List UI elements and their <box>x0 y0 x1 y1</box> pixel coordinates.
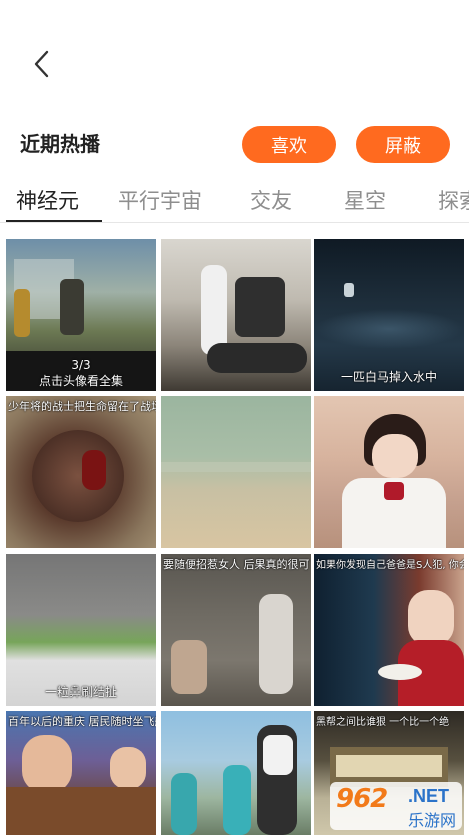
back-button[interactable] <box>24 46 60 82</box>
tab-explore[interactable]: 探索 <box>438 185 469 215</box>
site-watermark: 962 .NET 乐游网 <box>330 782 462 830</box>
tab-starry-sky[interactable]: 星空 <box>344 185 386 215</box>
video-thumbnail[interactable]: 一匹白马掉入水中 <box>314 239 464 391</box>
video-caption: 少年将的战士把生命留在了战场 <box>8 400 156 413</box>
video-thumbnail[interactable] <box>161 711 311 835</box>
like-button[interactable]: 喜欢 <box>242 126 336 163</box>
video-thumbnail[interactable]: 百年以后的重庆 居民随时坐飞船出 <box>6 711 156 835</box>
video-caption: 如果你发现自己爸爸是S人犯, 你会怎么 <box>316 560 464 571</box>
video-caption: 要随便招惹女人 后果真的很可 <box>163 558 310 571</box>
block-button[interactable]: 屏蔽 <box>356 126 450 163</box>
video-thumbnail[interactable]: 要随便招惹女人 后果真的很可 <box>161 554 311 706</box>
video-thumbnail[interactable]: 一粒鼻刷结扯 <box>6 554 156 706</box>
video-thumbnail[interactable]: 3/3 点击头像看全集 <box>6 239 156 391</box>
video-thumbnail[interactable] <box>161 239 311 391</box>
video-caption: 一匹白马掉入水中 <box>340 370 437 384</box>
video-caption: 黑帮之间比谁狠 一个比一个绝 <box>316 717 450 728</box>
watermark-site-name: 乐游网 <box>408 811 457 830</box>
tab-neuron[interactable]: 神经元 <box>16 185 79 215</box>
video-thumbnail[interactable] <box>161 396 311 548</box>
section-title: 近期热播 <box>20 132 100 156</box>
tab-parallel-universe[interactable]: 平行宇宙 <box>118 185 202 215</box>
category-tabs: 神经元 平行宇宙 交友 星空 探索 <box>0 180 469 223</box>
chevron-left-icon <box>34 50 49 78</box>
video-caption: 3/3 点击头像看全集 <box>38 358 123 388</box>
video-grid: 3/3 点击头像看全集 一匹白马掉入水中 少年将的战士把生命留在了战场 一粒鼻刷… <box>0 239 469 835</box>
active-tab-indicator <box>6 220 102 222</box>
tab-friends[interactable]: 交友 <box>250 185 292 215</box>
watermark-net: .NET <box>408 786 450 806</box>
video-thumbnail[interactable]: 少年将的战士把生命留在了战场 <box>6 396 156 548</box>
video-caption: 百年以后的重庆 居民随时坐飞船出 <box>8 715 156 728</box>
video-caption: 一粒鼻刷结扯 <box>44 685 117 699</box>
video-thumbnail[interactable] <box>314 396 464 548</box>
watermark-logo: 962 <box>336 784 388 814</box>
video-thumbnail[interactable]: 如果你发现自己爸爸是S人犯, 你会怎么 <box>314 554 464 706</box>
